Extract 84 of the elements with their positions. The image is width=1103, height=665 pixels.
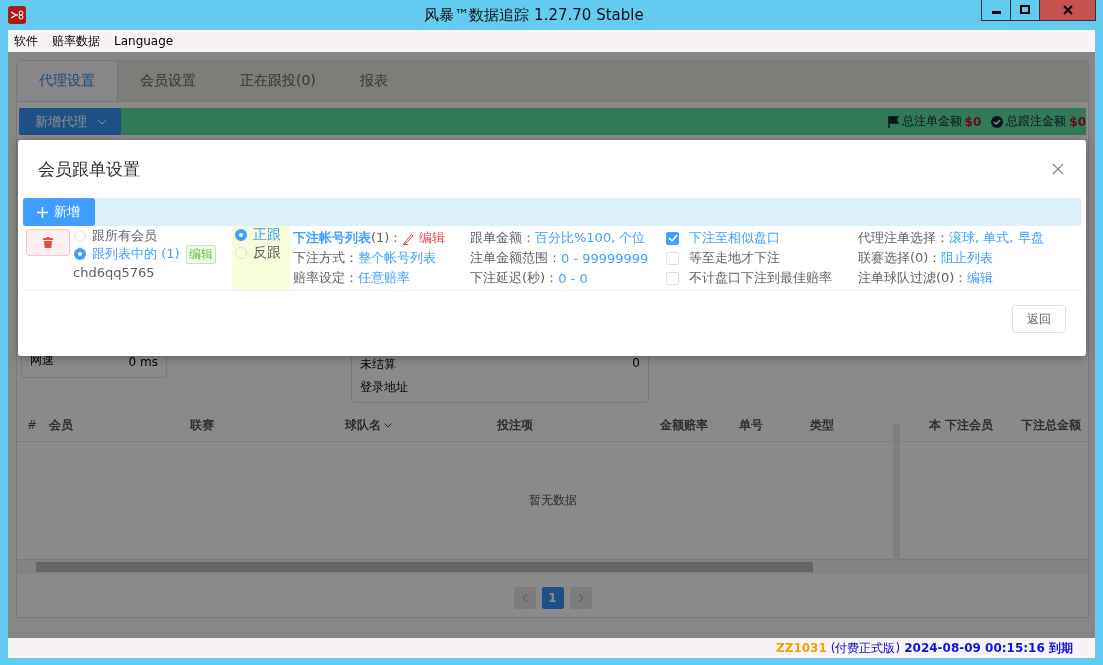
field-link[interactable]: 阻止列表 [941,249,994,267]
column-header[interactable]: 金额赔率 [659,416,739,434]
field-label: 注单球队过滤(0)： [858,269,968,287]
column-header[interactable]: 会员 [49,416,190,434]
add-agent-button[interactable]: 新增代理 [19,108,121,135]
info-value: 0 ms [128,355,158,369]
flag-icon [887,115,899,128]
sort-icon [384,422,393,428]
radio-button[interactable] [74,248,86,260]
field-label: 下注延迟(秒)： [470,269,559,287]
radio-label[interactable]: 跟列表中的 (1) [92,245,180,263]
trash-icon [43,237,53,248]
edit-tag[interactable]: 编辑 [185,244,216,264]
column-header[interactable]: 单号 [738,416,810,434]
menu-item[interactable]: Language [114,34,174,48]
delete-button[interactable] [26,229,70,256]
window-title: 风暴™数据追踪 1.27.70 Stable [423,5,645,25]
checkbox[interactable] [666,231,679,245]
stat-label: 总跟注金额 [1006,113,1067,130]
field-link[interactable]: 整个帐号列表 [358,249,436,267]
tab[interactable]: 会员设置 [118,61,218,101]
column-header[interactable]: 类型 [810,416,929,434]
field-link[interactable]: 滚球, 单式, 早盘 [949,229,1044,247]
menu-item[interactable]: 赔率数据 [52,32,100,50]
app-logo-icon [8,6,26,24]
field-link[interactable]: 任意赔率 [358,269,410,287]
check-circle-icon [991,115,1004,128]
close-icon[interactable] [1052,163,1064,175]
field-link[interactable]: 编辑 [967,269,994,287]
column-header[interactable]: 联赛 [189,416,346,434]
field-label: 下注方式： [293,249,358,267]
field-link[interactable]: 0 - 0 [558,270,588,286]
field-label: 注单金额范围： [470,249,561,267]
back-button[interactable]: 返回 [1012,305,1066,333]
scrollbar[interactable] [17,559,1088,574]
maximize-icon [1020,5,1030,15]
info-value: 0 [632,356,640,372]
field-label: 跟单金额： [470,229,535,247]
account-id: ZZ1031 [776,641,827,655]
tab[interactable]: 正在跟投(0) [218,61,338,101]
tab[interactable]: 代理设置 [17,61,118,101]
checkbox-label[interactable]: 下注至相似盘口 [689,229,780,247]
edit-link[interactable]: 编辑 [419,229,446,247]
close-icon [1062,5,1073,15]
field-label: 赔率设定： [293,269,358,287]
stat-value: $0 [964,114,982,129]
info-label: 未结算 [360,356,396,373]
column-header[interactable]: 球队名 [345,416,498,434]
column-header[interactable]: 下注会员 [944,416,1021,434]
field-link[interactable]: 百分比%100, 个位 [535,229,646,247]
edition-link[interactable]: (付费正式版) [830,639,901,657]
column-header[interactable]: 下注总金额 [1020,416,1084,434]
radio-label[interactable]: 正跟 [253,226,281,244]
minimize-button[interactable] [981,0,1011,21]
column-header[interactable]: 本 [928,416,945,434]
column-header[interactable]: # [27,418,46,432]
account-list-link[interactable]: 下注帐号列表 [293,229,371,247]
checkbox-label[interactable]: 等至走地才下注 [689,249,780,267]
field-label: 代理注单选择： [858,229,949,247]
close-button[interactable] [1039,0,1096,21]
chevron-down-icon [97,118,107,125]
chevron-left-icon [521,593,528,603]
field-label: 联赛选择(0)： [858,249,942,267]
radio-label[interactable]: 跟所有会员 [92,227,157,245]
empty-text: 暂无数据 [527,492,578,509]
plus-icon [37,206,48,218]
pencil-icon [402,231,416,245]
expiry-text: 2024-08-09 00:15:16 到期 [904,639,1073,657]
radio-button[interactable] [235,229,247,241]
field-link[interactable]: 0 - 99999999 [561,250,649,266]
column-header[interactable]: 投注项 [497,416,660,434]
member-name: chd6qq5765 [73,264,156,282]
tab[interactable]: 报表 [337,61,410,101]
chevron-right-icon [577,593,584,603]
dialog-title: 会员跟单设置 [38,157,140,181]
count-label: (1)： [371,229,403,247]
stat-label: 总注单金额 [901,113,962,130]
info-label: 登录地址 [360,379,408,396]
menu-item[interactable]: 软件 [14,32,38,50]
page-button[interactable]: 1 [541,587,564,609]
stat-value: $0 [1069,114,1086,129]
radio-label[interactable]: 反跟 [253,244,281,262]
checkbox-label[interactable]: 不计盘口下注到最佳赔率 [689,269,832,287]
add-button[interactable]: 新增 [23,198,95,226]
